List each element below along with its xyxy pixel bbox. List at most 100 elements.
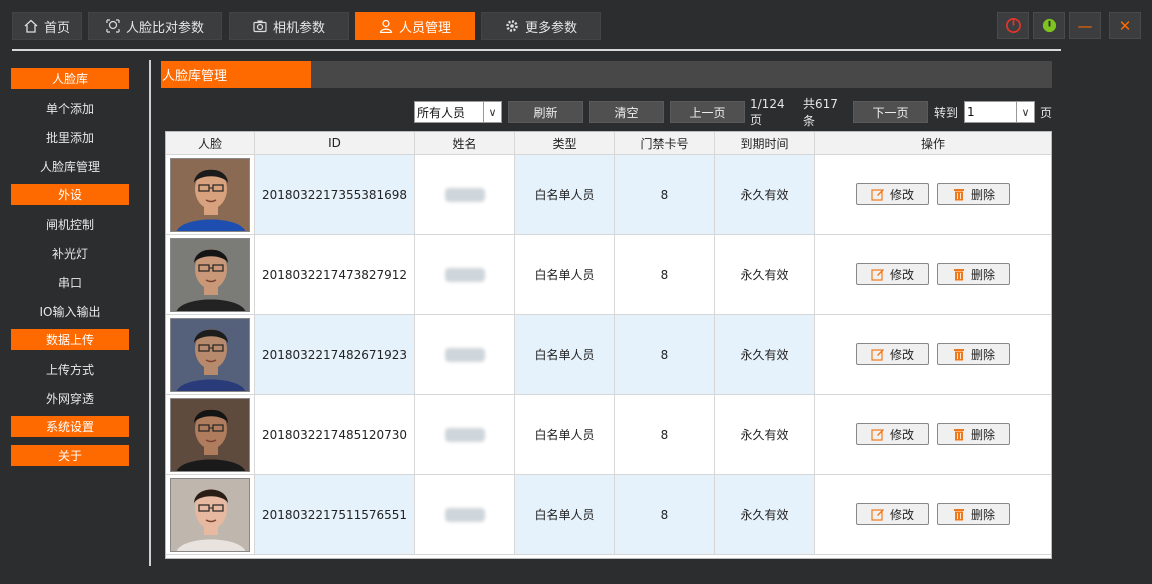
person-table: 人脸 ID 姓名 类型 门禁卡号 到期时间 操作 201803221735538… xyxy=(165,131,1052,559)
face-cell xyxy=(166,475,255,554)
delete-button[interactable]: 删除 xyxy=(937,183,1010,205)
table-row: 2018032217511576551 白名单人员 8 永久有效 修改 删除 xyxy=(166,475,1051,555)
tab-label: 更多参数 xyxy=(524,20,577,36)
sidebar-header-data-upload[interactable]: 数据上传 xyxy=(11,329,129,350)
name-cell xyxy=(415,395,515,474)
status-button[interactable] xyxy=(1033,12,1065,39)
card-cell: 8 xyxy=(615,235,715,314)
tab-label: 人脸比对参数 xyxy=(125,20,204,36)
panel-title-bar: 人脸库管理 xyxy=(161,61,1052,88)
redacted-name xyxy=(444,427,485,442)
delete-button[interactable]: 删除 xyxy=(937,423,1010,445)
edit-button[interactable]: 修改 xyxy=(856,183,929,205)
expire-cell: 永久有效 xyxy=(715,315,815,394)
delete-label: 删除 xyxy=(970,187,995,202)
type-cell: 白名单人员 xyxy=(515,315,615,394)
tab-label: 首页 xyxy=(43,20,70,36)
edit-icon xyxy=(871,509,884,521)
col-header-name: 姓名 xyxy=(415,132,515,155)
trash-icon xyxy=(953,429,964,441)
face-thumbnail xyxy=(170,398,250,472)
clear-button[interactable]: 清空 xyxy=(589,101,664,123)
tab-face-compare[interactable]: 人脸比对参数 xyxy=(88,12,222,40)
panel-title: 人脸库管理 xyxy=(161,61,311,88)
sidebar-divider xyxy=(149,60,151,566)
delete-button[interactable]: 删除 xyxy=(937,343,1010,365)
tab-personnel[interactable]: 人员管理 xyxy=(355,12,475,40)
refresh-button[interactable]: 刷新 xyxy=(508,101,583,123)
status-icon xyxy=(1042,18,1056,33)
face-thumbnail xyxy=(170,238,250,312)
face-thumbnail xyxy=(170,158,250,232)
edit-button[interactable]: 修改 xyxy=(856,503,929,525)
edit-button[interactable]: 修改 xyxy=(856,343,929,365)
col-header-id: ID xyxy=(255,132,415,155)
edit-label: 修改 xyxy=(889,427,914,442)
type-cell: 白名单人员 xyxy=(515,395,615,474)
actions-cell: 修改 删除 xyxy=(815,235,1051,314)
tab-home[interactable]: 首页 xyxy=(12,12,82,40)
card-cell: 8 xyxy=(615,475,715,554)
col-header-expire: 到期时间 xyxy=(715,132,815,155)
sidebar-header-about[interactable]: 关于 xyxy=(11,445,129,466)
sidebar-item-face-library-manage[interactable]: 人脸库管理 xyxy=(11,155,129,177)
sidebar-item-nat-traversal[interactable]: 外网穿透 xyxy=(11,387,129,409)
next-page-button[interactable]: 下一页 xyxy=(853,101,928,123)
edit-button[interactable]: 修改 xyxy=(856,423,929,445)
filter-value: 所有人员 xyxy=(417,105,466,120)
power-button[interactable] xyxy=(997,12,1029,39)
goto-label: 转到 xyxy=(933,105,958,120)
edit-button[interactable]: 修改 xyxy=(856,263,929,285)
camera-icon xyxy=(253,20,267,33)
face-compare-icon xyxy=(106,19,120,33)
table-row: 2018032217485120730 白名单人员 8 永久有效 修改 删除 xyxy=(166,395,1051,475)
goto-value: 1 xyxy=(967,105,975,119)
table-row: 2018032217482671923 白名单人员 8 永久有效 修改 删除 xyxy=(166,315,1051,395)
id-cell: 2018032217473827912 xyxy=(255,235,415,314)
chevron-down-icon: ∨ xyxy=(483,102,501,122)
sidebar-header-face-library[interactable]: 人脸库 xyxy=(11,68,129,89)
page-info: 1/124 页 xyxy=(750,96,785,127)
filter-select[interactable]: 所有人员 ∨ xyxy=(414,101,502,123)
expire-cell: 永久有效 xyxy=(715,155,815,234)
goto-select[interactable]: 1 ∨ xyxy=(964,101,1035,123)
actions-cell: 修改 删除 xyxy=(815,315,1051,394)
face-thumbnail xyxy=(170,318,250,392)
sidebar-item-serial[interactable]: 串口 xyxy=(11,271,129,293)
col-header-actions: 操作 xyxy=(815,132,1051,155)
sidebar-header-peripherals[interactable]: 外设 xyxy=(11,184,129,205)
type-cell: 白名单人员 xyxy=(515,235,615,314)
name-cell xyxy=(415,155,515,234)
expire-cell: 永久有效 xyxy=(715,235,815,314)
actions-cell: 修改 删除 xyxy=(815,395,1051,474)
prev-page-button[interactable]: 上一页 xyxy=(670,101,745,123)
name-cell xyxy=(415,475,515,554)
tab-label: 相机参数 xyxy=(272,20,325,36)
id-cell: 2018032217511576551 xyxy=(255,475,415,554)
sidebar-header-system-settings[interactable]: 系统设置 xyxy=(11,416,129,437)
sidebar-item-upload-method[interactable]: 上传方式 xyxy=(11,358,129,380)
sidebar-item-fill-light[interactable]: 补光灯 xyxy=(11,242,129,264)
tab-more[interactable]: 更多参数 xyxy=(481,12,601,40)
edit-label: 修改 xyxy=(889,507,914,522)
gear-icon xyxy=(506,20,518,32)
id-cell: 2018032217355381698 xyxy=(255,155,415,234)
sidebar-item-batch-add[interactable]: 批里添加 xyxy=(11,126,129,148)
face-thumbnail xyxy=(170,478,250,552)
id-cell: 2018032217485120730 xyxy=(255,395,415,474)
card-cell: 8 xyxy=(615,395,715,474)
close-button[interactable]: ✕ xyxy=(1109,12,1141,39)
sidebar-item-io[interactable]: IO输入输出 xyxy=(11,300,129,322)
delete-button[interactable]: 删除 xyxy=(937,503,1010,525)
sidebar-item-single-add[interactable]: 单个添加 xyxy=(11,97,129,119)
name-cell xyxy=(415,235,515,314)
redacted-name xyxy=(444,267,485,282)
type-cell: 白名单人员 xyxy=(515,475,615,554)
id-cell: 2018032217482671923 xyxy=(255,315,415,394)
sidebar-item-gate-control[interactable]: 闸机控制 xyxy=(11,213,129,235)
minimize-button[interactable]: — xyxy=(1069,12,1101,39)
delete-button[interactable]: 删除 xyxy=(937,263,1010,285)
tab-camera[interactable]: 相机参数 xyxy=(229,12,349,40)
expire-cell: 永久有效 xyxy=(715,475,815,554)
edit-icon xyxy=(871,349,884,361)
